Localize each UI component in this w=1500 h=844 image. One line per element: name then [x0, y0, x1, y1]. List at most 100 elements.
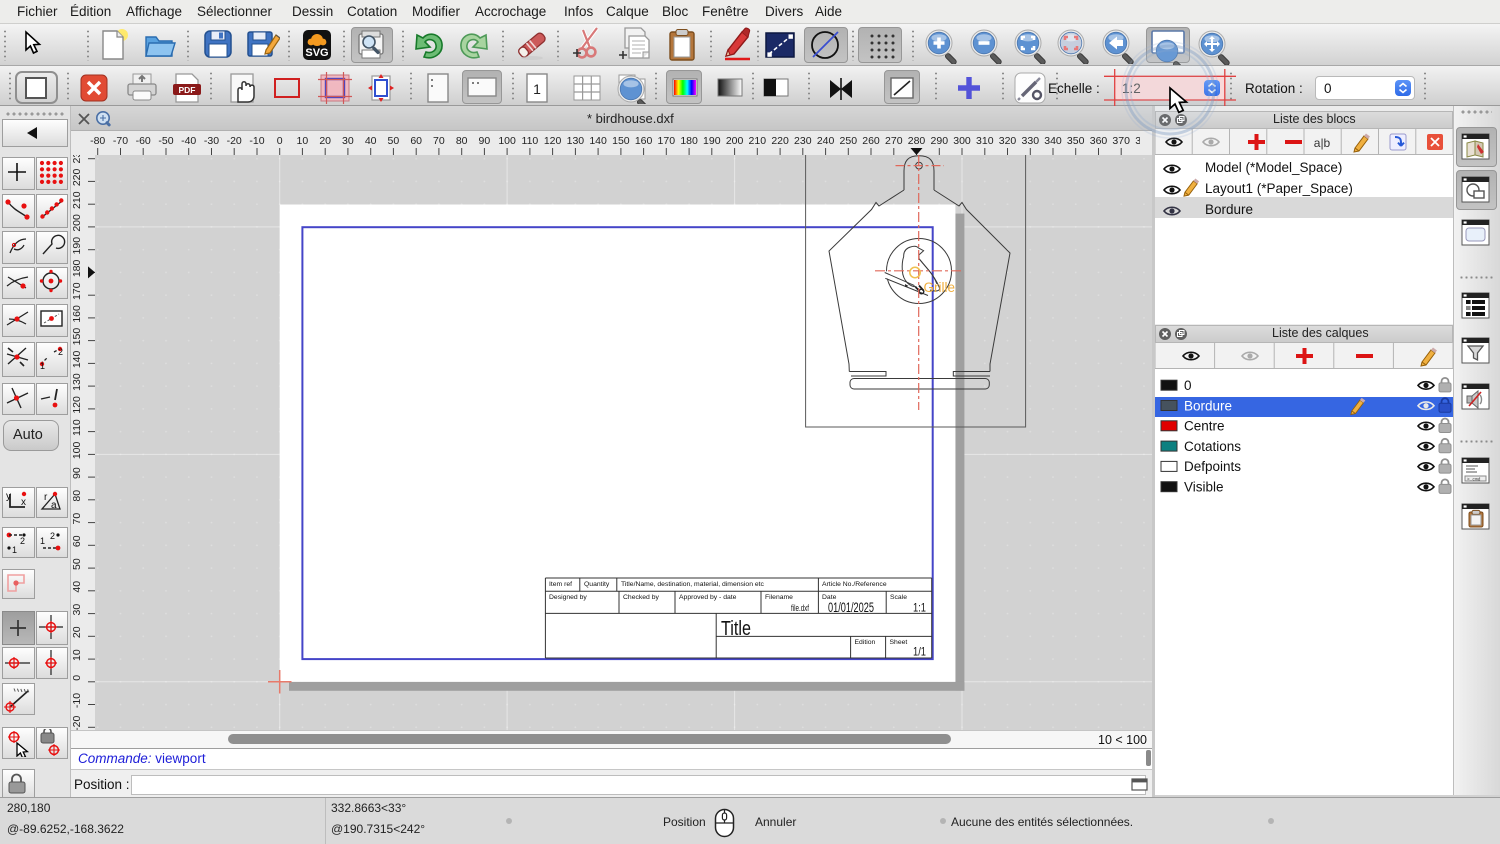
svg-text:270: 270: [885, 135, 903, 147]
svg-text:-50: -50: [158, 135, 173, 147]
svg-text:200: 200: [71, 214, 83, 232]
svg-text:a|b: a|b: [1314, 136, 1331, 150]
svg-text:x: x: [21, 497, 26, 508]
svg-text:0: 0: [71, 675, 83, 681]
svg-text:Quantity: Quantity: [584, 581, 610, 588]
svg-text:Scale: Scale: [890, 594, 907, 601]
svg-text:Cotations: Cotations: [1184, 439, 1241, 454]
svg-text:50: 50: [388, 135, 400, 147]
svg-text:file.dxf: file.dxf: [791, 603, 809, 613]
svg-text:150: 150: [71, 328, 83, 346]
svg-text:140: 140: [589, 135, 607, 147]
svg-text:a: a: [51, 500, 57, 511]
svg-text:SVG: SVG: [305, 47, 328, 59]
svg-text:70: 70: [433, 135, 445, 147]
svg-text:150: 150: [612, 135, 630, 147]
svg-text:20: 20: [71, 626, 83, 638]
svg-text:Edition: Edition: [855, 639, 876, 646]
svg-text:250: 250: [840, 135, 858, 147]
svg-text:130: 130: [71, 373, 83, 391]
svg-text:r: r: [44, 492, 48, 503]
svg-text:50: 50: [71, 558, 83, 570]
svg-text:-30: -30: [204, 135, 219, 147]
svg-text:Filename: Filename: [765, 594, 793, 601]
svg-text:80: 80: [456, 135, 468, 147]
svg-text:2: 2: [50, 531, 55, 541]
svg-text:PDF: PDF: [179, 85, 196, 95]
svg-text:y: y: [6, 491, 11, 502]
svg-text:-80: -80: [90, 135, 105, 147]
svg-text:80: 80: [71, 490, 83, 502]
svg-text:100: 100: [71, 441, 83, 459]
svg-text:2: 2: [20, 536, 25, 546]
svg-text:Layout1 (*Paper_Space): Layout1 (*Paper_Space): [1205, 181, 1353, 196]
svg-text:160: 160: [71, 305, 83, 323]
svg-text:Grille: Grille: [924, 280, 956, 295]
svg-text:120: 120: [544, 135, 562, 147]
svg-text:90: 90: [71, 467, 83, 479]
svg-text:Article No./Reference: Article No./Reference: [822, 581, 887, 588]
svg-text:Visible: Visible: [1184, 480, 1224, 495]
svg-text:240: 240: [817, 135, 835, 147]
svg-text:-10: -10: [71, 693, 83, 708]
svg-text:320: 320: [999, 135, 1017, 147]
svg-text:Bordure: Bordure: [1184, 398, 1232, 413]
svg-text:350: 350: [1067, 135, 1085, 147]
svg-text:30: 30: [342, 135, 354, 147]
svg-text:100: 100: [498, 135, 516, 147]
svg-text:-20: -20: [227, 135, 242, 147]
svg-text:-20: -20: [71, 716, 83, 730]
svg-text:Checked by: Checked by: [623, 594, 659, 601]
svg-text:Defpoints: Defpoints: [1184, 459, 1241, 474]
svg-text:Designed by: Designed by: [549, 594, 587, 601]
svg-text:>_cmd: >_cmd: [1467, 476, 1481, 482]
svg-text:220: 220: [771, 135, 789, 147]
svg-text:0: 0: [1184, 378, 1192, 393]
svg-text:160: 160: [635, 135, 653, 147]
svg-text:Title/Name, destination, mater: Title/Name, destination, material, dimen…: [621, 581, 765, 588]
svg-text:01/01/2025: 01/01/2025: [828, 600, 874, 615]
svg-text:1: 1: [12, 545, 17, 555]
svg-text:1: 1: [40, 361, 45, 371]
svg-text:280: 280: [908, 135, 926, 147]
svg-text:Bordure: Bordure: [1205, 202, 1253, 217]
svg-text:360: 360: [1090, 135, 1108, 147]
svg-text:30: 30: [71, 604, 83, 616]
svg-text:130: 130: [567, 135, 585, 147]
svg-text:-60: -60: [136, 135, 151, 147]
svg-text:2: 2: [58, 347, 63, 357]
svg-text:Sheet: Sheet: [890, 639, 908, 646]
svg-text:310: 310: [976, 135, 994, 147]
svg-text:220: 220: [71, 168, 83, 186]
svg-text:210: 210: [71, 191, 83, 209]
svg-text:Approved by - date: Approved by - date: [679, 594, 737, 601]
svg-text:230: 230: [794, 135, 812, 147]
svg-text:Model (*Model_Space): Model (*Model_Space): [1205, 160, 1342, 175]
svg-text:260: 260: [862, 135, 880, 147]
svg-text:60: 60: [71, 535, 83, 547]
svg-text:70: 70: [71, 513, 83, 525]
svg-text:-10: -10: [249, 135, 264, 147]
svg-text:90: 90: [479, 135, 491, 147]
svg-text:40: 40: [71, 581, 83, 593]
svg-text:1: 1: [533, 81, 541, 97]
svg-text:0: 0: [277, 135, 283, 147]
svg-text:200: 200: [726, 135, 744, 147]
svg-text:230: 230: [71, 155, 83, 163]
svg-text:-70: -70: [113, 135, 128, 147]
svg-text:40: 40: [365, 135, 377, 147]
svg-text:60: 60: [410, 135, 422, 147]
svg-text:190: 190: [71, 237, 83, 255]
svg-text:140: 140: [71, 350, 83, 368]
svg-text:170: 170: [658, 135, 676, 147]
svg-text:Title: Title: [721, 618, 751, 640]
svg-text:1: 1: [40, 536, 45, 546]
svg-text:Centre: Centre: [1184, 419, 1225, 434]
svg-text:1/1: 1/1: [913, 645, 926, 659]
svg-text:290: 290: [931, 135, 949, 147]
svg-text:1:1: 1:1: [913, 601, 926, 615]
svg-text:170: 170: [71, 282, 83, 300]
svg-text:110: 110: [71, 419, 83, 436]
svg-text:300: 300: [953, 135, 971, 147]
svg-text:10: 10: [297, 135, 309, 147]
